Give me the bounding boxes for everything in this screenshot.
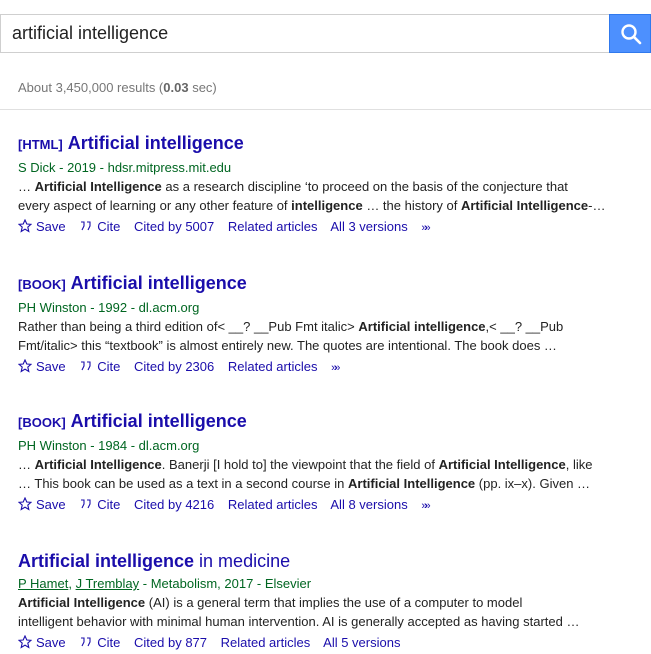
cite-label: Cite [97, 219, 121, 234]
result-snippet: … Artificial Intelligence. Banerji [I ho… [18, 455, 648, 493]
result-item: Artificial intelligence in medicine P Ha… [18, 550, 648, 652]
search-input[interactable] [0, 14, 609, 53]
search-button[interactable] [609, 14, 651, 53]
result-type-tag: [HTML] [18, 137, 63, 152]
stats-time: 0.03 [163, 80, 189, 95]
cite-link[interactable]: Cite [79, 359, 120, 374]
result-title[interactable]: Artificial intelligence in medicine [18, 550, 648, 572]
star-icon [18, 635, 32, 649]
save-link[interactable]: Save [18, 635, 66, 650]
star-icon [18, 359, 32, 373]
result-meta: PH Winston - 1984 - dl.acm.org [18, 438, 200, 453]
result-actions: Save Cite Cited by 2306 Related articles… [18, 358, 648, 377]
quote-icon [81, 221, 91, 231]
double-chevron-icon[interactable]: »» [331, 362, 340, 374]
stats-suffix: sec) [188, 80, 217, 95]
search-icon [621, 24, 642, 45]
save-link[interactable]: Save [18, 497, 66, 512]
star-icon [18, 219, 32, 233]
result-meta: P Hamet, J Tremblay - Metabolism, 2017 -… [18, 576, 312, 591]
result-actions: Save Cite Cited by 5007 Related articles… [18, 218, 648, 237]
snippet-line: Fmt/italic> this “textbook” is almost en… [18, 338, 557, 353]
cite-label: Cite [97, 497, 121, 512]
result-title[interactable]: [BOOK] Artificial intelligence [18, 410, 648, 434]
result-meta-rest: - Metabolism, 2017 - Elsevier [139, 576, 312, 591]
double-chevron-icon[interactable]: »» [421, 222, 430, 234]
cite-link[interactable]: Cite [79, 219, 120, 234]
related-articles-link[interactable]: Related articles [228, 359, 318, 374]
cite-label: Cite [97, 359, 121, 374]
snippet-line: … This book can be used as a text in a s… [18, 476, 591, 491]
divider [0, 109, 651, 110]
result-snippet: … Artificial Intelligence as a research … [18, 177, 648, 215]
cited-by-link[interactable]: Cited by 5007 [134, 219, 214, 234]
result-title-text[interactable]: Artificial intelligence [71, 411, 247, 431]
result-type-tag: [BOOK] [18, 415, 66, 430]
snippet-line: Artificial Intelligence (AI) is a genera… [18, 595, 523, 610]
result-item: [BOOK] Artificial intelligence PH Winston… [18, 410, 648, 515]
save-label: Save [36, 497, 66, 512]
double-chevron-icon[interactable]: »» [421, 500, 430, 512]
quote-icon [81, 637, 91, 647]
star-icon [18, 497, 32, 511]
result-title-rest[interactable]: in medicine [194, 551, 290, 571]
result-snippet: Artificial Intelligence (AI) is a genera… [18, 593, 648, 631]
author-link[interactable]: P Hamet [18, 576, 68, 591]
related-articles-link[interactable]: Related articles [228, 497, 318, 512]
search-bar [0, 14, 651, 53]
snippet-line: every aspect of learning or any other fe… [18, 198, 606, 213]
save-link[interactable]: Save [18, 359, 66, 374]
quote-icon [81, 499, 91, 509]
versions-link[interactable]: All 5 versions [323, 635, 400, 650]
save-label: Save [36, 635, 66, 650]
result-actions: Save Cite Cited by 877 Related articles … [18, 634, 648, 652]
save-label: Save [36, 219, 66, 234]
stats-prefix: About 3,450,000 results ( [18, 80, 164, 95]
result-item: [BOOK] Artificial intelligence PH Winston… [18, 272, 648, 377]
results-stats: About 3,450,000 results (0.03 sec) [18, 80, 217, 95]
result-title[interactable]: [BOOK] Artificial intelligence [18, 272, 648, 296]
result-snippet: Rather than being a third edition of< __… [18, 317, 648, 355]
versions-link[interactable]: All 8 versions [330, 497, 407, 512]
result-meta: PH Winston - 1992 - dl.acm.org [18, 300, 200, 315]
related-articles-link[interactable]: Related articles [221, 635, 311, 650]
related-articles-link[interactable]: Related articles [228, 219, 318, 234]
quote-icon [81, 361, 91, 371]
result-title-text[interactable]: Artificial intelligence [68, 133, 244, 153]
cite-label: Cite [97, 635, 121, 650]
result-actions: Save Cite Cited by 4216 Related articles… [18, 496, 648, 515]
cite-link[interactable]: Cite [79, 635, 120, 650]
result-meta: S Dick - 2019 - hdsr.mitpress.mit.edu [18, 160, 232, 175]
result-type-tag: [BOOK] [18, 277, 66, 292]
result-title-text[interactable]: Artificial intelligence [71, 273, 247, 293]
cite-link[interactable]: Cite [79, 497, 120, 512]
snippet-line: … Artificial Intelligence as a research … [18, 179, 568, 194]
snippet-line: intelligent behavior with minimal human … [18, 614, 580, 629]
versions-link[interactable]: All 3 versions [330, 219, 407, 234]
result-item: [HTML] Artificial intelligence S Dick - 2… [18, 132, 648, 237]
snippet-line: Rather than being a third edition of< __… [18, 319, 564, 334]
result-title-bold[interactable]: Artificial intelligence [18, 551, 194, 571]
cited-by-link[interactable]: Cited by 877 [134, 635, 207, 650]
result-title[interactable]: [HTML] Artificial intelligence [18, 132, 648, 156]
cited-by-link[interactable]: Cited by 4216 [134, 497, 214, 512]
snippet-line: … Artificial Intelligence. Banerji [I ho… [18, 457, 593, 472]
cited-by-link[interactable]: Cited by 2306 [134, 359, 214, 374]
save-link[interactable]: Save [18, 219, 66, 234]
author-link[interactable]: J Tremblay [76, 576, 140, 591]
save-label: Save [36, 359, 66, 374]
